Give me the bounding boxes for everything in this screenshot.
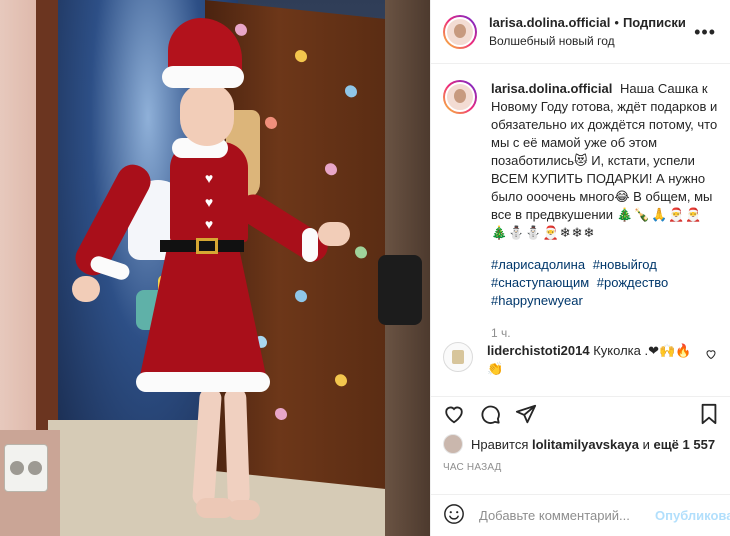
author-username-link[interactable]: larisa.dolina.official [489, 15, 610, 30]
post-side-panel: larisa.dolina.official • Подписки Волшеб… [430, 0, 730, 536]
more-horizontal-icon[interactable]: ••• [692, 23, 718, 41]
comment-input[interactable] [479, 508, 655, 523]
post-photo[interactable]: ♥ ♥ ♥ [0, 0, 430, 536]
save-bookmark-icon[interactable] [699, 403, 719, 425]
photo-bag [378, 255, 422, 325]
caption-author-avatar-image [445, 82, 475, 112]
photo-heart-button-2: ♥ [204, 194, 214, 210]
photo-santa-hat-brim [162, 66, 244, 88]
hashtag-link[interactable]: #happynewyear [491, 293, 583, 308]
hashtag-link[interactable]: #ларисадолина [491, 257, 585, 272]
hashtag-link[interactable]: #новыйгод [593, 257, 657, 272]
hashtag-link[interactable]: #рождество [597, 275, 669, 290]
post-caption-area: larisa.dolina.official Наша Сашка к Ново… [431, 64, 730, 340]
post-header: larisa.dolina.official • Подписки Волшеб… [431, 0, 730, 64]
comment-body: liderchistoti2014 Куколка .❤🙌🔥 👏 [487, 342, 705, 378]
add-comment-bar: Опубликовать [431, 494, 730, 536]
photo-girl-foot-right [228, 500, 260, 520]
photo-girl-cuff-right [302, 228, 318, 262]
following-button[interactable]: Подписки [623, 15, 686, 30]
author-avatar[interactable] [443, 14, 477, 49]
photo-girl-hand-left [72, 276, 100, 302]
publish-comment-button[interactable]: Опубликовать [655, 508, 730, 523]
post-actions-bar [431, 396, 730, 430]
caption-author-avatar[interactable] [443, 80, 477, 114]
caption-body: larisa.dolina.official Наша Сашка к Ново… [491, 80, 718, 342]
caption: larisa.dolina.official Наша Сашка к Ново… [443, 80, 718, 342]
liker-avatar[interactable] [443, 434, 463, 454]
emoji-smile-icon[interactable] [443, 503, 465, 528]
photo-girl-face [180, 84, 234, 146]
header-separator: • [614, 15, 619, 30]
post-header-line: larisa.dolina.official • Подписки [489, 15, 692, 30]
photo-girl-belt-buckle [196, 238, 218, 254]
likes-count-link[interactable]: ещё 1 557 [653, 437, 715, 452]
comment-bubble-icon[interactable] [479, 403, 501, 425]
post-location-link[interactable]: Волшебный новый год [489, 34, 692, 48]
photo-girl-leg-right [223, 387, 251, 507]
likes-summary: Нравится lolitamilyavskaya и ещё 1 557 [443, 434, 715, 454]
comment-emoji-tail: 👏 [487, 361, 504, 376]
photo-heart-button-3: ♥ [204, 216, 214, 232]
like-heart-icon[interactable] [443, 403, 465, 425]
photo-wall-socket [4, 444, 48, 492]
post-header-text: larisa.dolina.official • Подписки Волшеб… [489, 15, 692, 48]
photo-heart-button-1: ♥ [204, 170, 214, 186]
photo-girl-skirt-hem [136, 372, 270, 392]
share-paper-plane-icon[interactable] [515, 403, 537, 425]
photo-girl-hand-right [318, 222, 350, 246]
caption-hashtags: #ларисадолина #новыйгод #снаступающим #р… [491, 256, 718, 310]
commenter-avatar-image [452, 350, 464, 364]
commenter-username-link[interactable]: liderchistoti2014 [487, 343, 590, 358]
comment-text: Куколка .❤🙌🔥 [593, 343, 692, 358]
caption-text: Наша Сашка к Новому Году готова, ждёт по… [491, 81, 718, 222]
author-avatar-image [445, 16, 475, 47]
comment-item: liderchistoti2014 Куколка .❤🙌🔥 👏 [431, 330, 730, 378]
post-timestamp[interactable]: ЧАС НАЗАД [443, 462, 502, 473]
comment-like-heart-icon[interactable] [705, 348, 719, 363]
liker-username-link[interactable]: lolitamilyavskaya [532, 437, 639, 452]
likes-conjunction: и [642, 436, 650, 452]
hashtag-link[interactable]: #снаступающим [491, 275, 589, 290]
caption-username-link[interactable]: larisa.dolina.official [491, 81, 612, 96]
commenter-avatar[interactable] [443, 342, 473, 372]
likes-prefix: Нравится [471, 436, 529, 452]
instagram-post: ♥ ♥ ♥ larisa.dolina.official • Подписки … [0, 0, 730, 536]
